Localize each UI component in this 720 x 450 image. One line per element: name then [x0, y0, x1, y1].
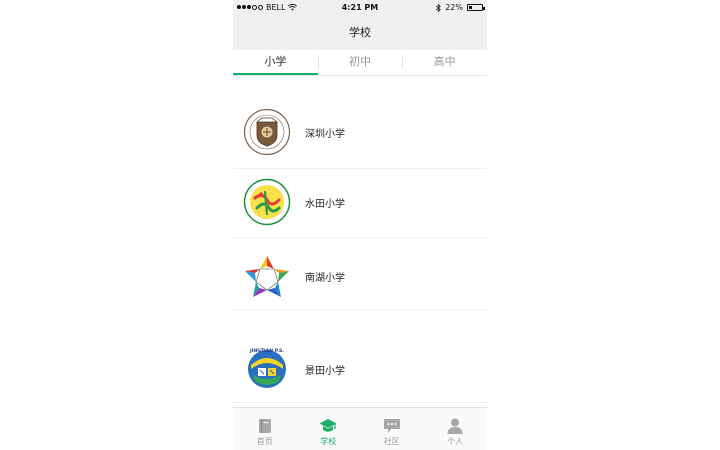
shenzhen-school-crest-logo	[243, 108, 291, 156]
tabbar-label: 学校	[320, 437, 337, 446]
person-icon	[447, 418, 463, 434]
school-row-nanhu[interactable]: 南湖小学	[233, 238, 487, 310]
school-name: 水田小学	[305, 199, 345, 210]
school-list: 深圳小学 水田小学 南湖小学 JINGTIAN P.S. 景田小学	[233, 76, 487, 406]
school-row-shuitian[interactable]: 水田小学	[233, 169, 487, 238]
jingtian-school-logo: JINGTIAN P.S.	[248, 348, 286, 388]
graduation-cap-icon	[319, 419, 337, 432]
status-right: 22%	[436, 3, 485, 12]
nanhu-school-star-logo	[245, 256, 289, 297]
phone-screen: BELL 4:21 PM 22% 学校 小学 初中 高中 深圳小学 水田小学 南…	[233, 0, 487, 450]
logo-text: JINGTIAN P.S.	[249, 348, 284, 354]
tab-middle-school[interactable]: 初中	[317, 50, 403, 75]
tab-label: 小学	[264, 55, 287, 68]
tabbar-item-home[interactable]: 首页	[233, 408, 297, 450]
school-row-jingtian[interactable]: JINGTIAN P.S. 景田小学	[233, 310, 487, 403]
nav-bar: 学校	[233, 16, 487, 50]
school-name: 景田小学	[305, 366, 345, 377]
bluetooth-icon	[436, 3, 442, 12]
school-row-shenzhen[interactable]: 深圳小学	[233, 76, 487, 169]
battery-icon	[467, 4, 485, 11]
tabbar-label: 社区	[383, 437, 400, 446]
tabbar-item-school[interactable]: 学校	[297, 408, 361, 450]
tab-high-school[interactable]: 高中	[402, 50, 487, 75]
chat-bubble-icon	[383, 419, 400, 433]
tabbar-label: 个人	[447, 437, 464, 446]
tabbar-label: 首页	[256, 437, 273, 446]
battery-percent: 22%	[445, 3, 463, 12]
status-bar: BELL 4:21 PM 22%	[233, 0, 487, 16]
bottom-tab-bar: 首页 学校 社区 个人	[233, 407, 487, 450]
tab-primary-school[interactable]: 小学	[233, 50, 318, 75]
school-name: 南湖小学	[305, 273, 345, 284]
shuitian-school-circle-logo	[243, 178, 291, 226]
tabbar-item-community[interactable]: 社区	[360, 408, 424, 450]
school-name: 深圳小学	[305, 129, 345, 140]
page-title: 学校	[349, 26, 371, 39]
book-icon	[258, 419, 271, 433]
tab-label: 高中	[433, 55, 456, 68]
segment-tabs: 小学 初中 高中	[233, 50, 487, 76]
tabbar-item-profile[interactable]: 个人	[424, 408, 488, 450]
tab-label: 初中	[349, 55, 371, 68]
